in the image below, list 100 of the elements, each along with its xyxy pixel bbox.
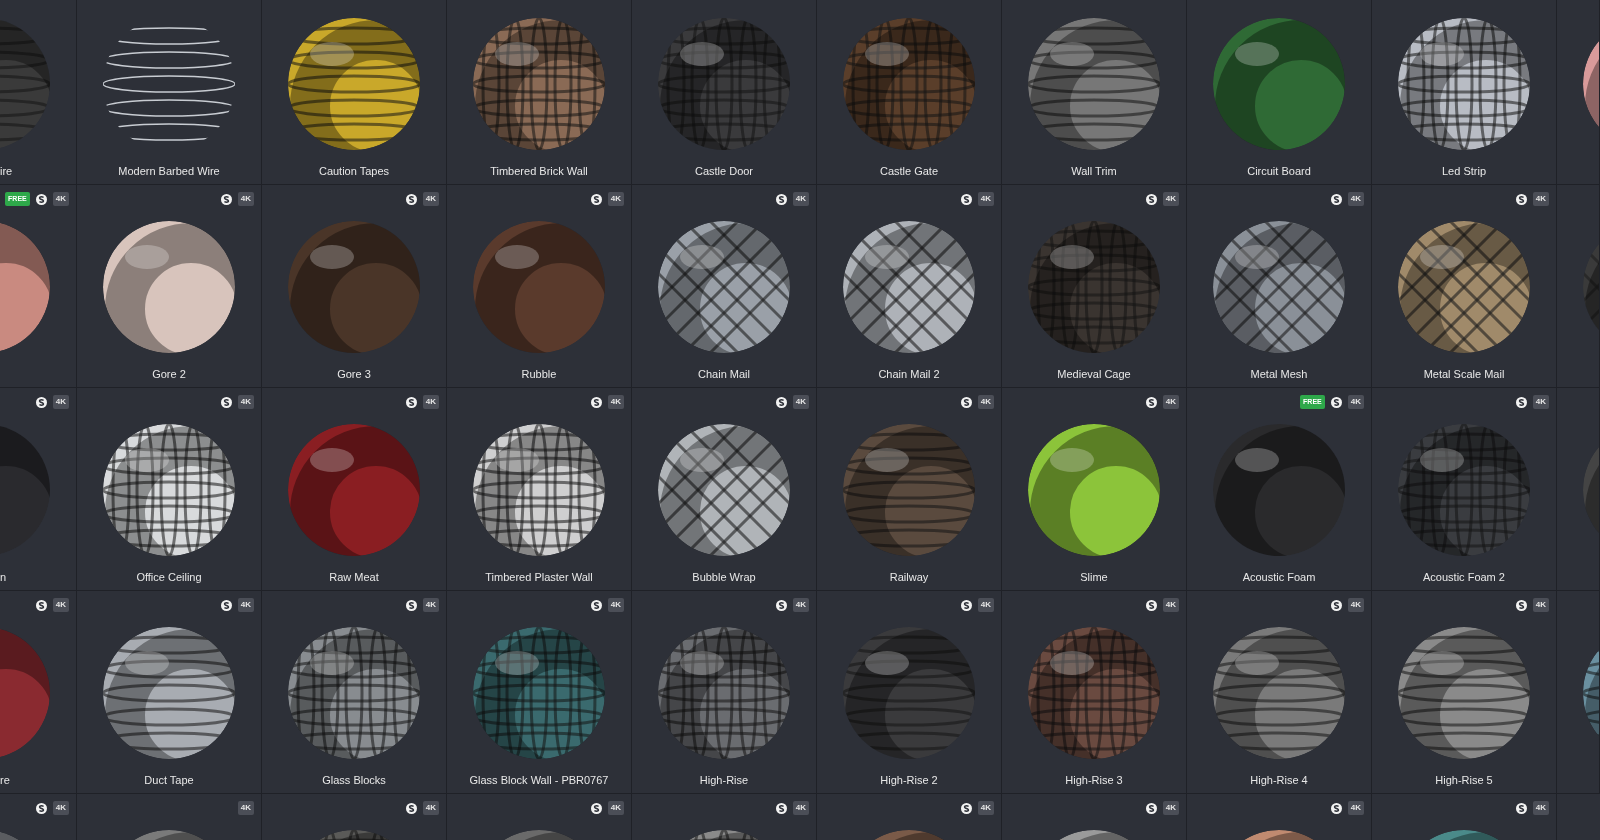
material-name: Metal Mesh xyxy=(1249,367,1309,382)
resolution-badge: 4K xyxy=(607,598,624,612)
resolution-badge: 4K xyxy=(792,395,809,409)
material-tile[interactable]: Castle Door xyxy=(632,0,817,185)
resolution-badge: 4K xyxy=(1347,192,1364,206)
resolution-badge: 4K xyxy=(792,801,809,815)
material-tile[interactable]: Timbered Brick Wall xyxy=(447,0,632,185)
material-name: Wall Trim xyxy=(1070,164,1118,179)
material-tile[interactable]: 4K High-Rise xyxy=(632,591,817,794)
material-name: High-Rise 3 xyxy=(1064,773,1124,788)
resolution-badge: 4K xyxy=(422,192,439,206)
material-tile[interactable]: 4K Duct Tape xyxy=(77,591,262,794)
resolution-badge: 4K xyxy=(1162,598,1179,612)
material-name: Acoustic Foam 2 xyxy=(1422,570,1506,585)
material-tile[interactable]: 4K Acoustic Foam 2 xyxy=(1372,388,1557,591)
material-name: Acoustic Foam xyxy=(1241,570,1317,585)
material-name: Modern Barbed Wire xyxy=(117,164,221,179)
resolution-badge: 4K xyxy=(977,395,994,409)
material-name: Glass Block Wall - PBR0767 xyxy=(468,773,610,788)
resolution-badge: 4K xyxy=(52,598,69,612)
material-name: Medieval Cage xyxy=(1056,367,1132,382)
material-name: Slime xyxy=(1079,570,1109,585)
material-tile[interactable]: Modern Barbed Wire xyxy=(77,0,262,185)
resolution-badge: 4K xyxy=(1532,395,1549,409)
resolution-badge: 4K xyxy=(52,395,69,409)
material-tile[interactable]: 4K Glass Block Wall - PBR0767 xyxy=(447,591,632,794)
material-tile[interactable]: 4K Railway xyxy=(817,388,1002,591)
resolution-badge: 4K xyxy=(237,801,254,815)
material-tile[interactable]: 4K High-Rise 5 xyxy=(1372,591,1557,794)
material-tile[interactable]: 4K Gore 3 xyxy=(262,185,447,388)
material-tile[interactable]: 4K High-Rise 2 xyxy=(817,591,1002,794)
material-tile[interactable] xyxy=(1557,0,1600,185)
material-tile[interactable]: ire xyxy=(0,0,77,185)
resolution-badge: 4K xyxy=(422,395,439,409)
material-tile[interactable]: 4K Office Ceiling xyxy=(77,388,262,591)
material-name: Duct Tape xyxy=(143,773,195,788)
material-tile[interactable]: 4K xyxy=(0,794,77,840)
material-name: Rubble xyxy=(520,367,558,382)
material-tile[interactable]: 4K Metal Scale Mail xyxy=(1372,185,1557,388)
material-tile[interactable]: 4K Chain Mail 2 xyxy=(817,185,1002,388)
resolution-badge: 4K xyxy=(422,801,439,815)
resolution-badge: 4K xyxy=(607,801,624,815)
resolution-badge: 4K xyxy=(1347,395,1364,409)
material-name: Caution Tapes xyxy=(317,164,391,179)
material-name: Circuit Board xyxy=(1246,164,1312,179)
material-name: High-Rise xyxy=(698,773,750,788)
resolution-badge: 4K xyxy=(607,395,624,409)
material-tile[interactable]: Wall Trim xyxy=(1002,0,1187,185)
material-name: Gore 2 xyxy=(151,367,187,382)
material-tile[interactable]: 4K Slime xyxy=(1002,388,1187,591)
resolution-badge: 4K xyxy=(52,801,69,815)
resolution-badge: 4K xyxy=(237,598,254,612)
material-name: Bubble Wrap xyxy=(691,570,757,585)
material-name: Railway xyxy=(888,570,930,585)
material-name: Led Strip xyxy=(1441,164,1487,179)
material-tile[interactable]: 4K Metal Mesh xyxy=(1187,185,1372,388)
material-name: Castle Door xyxy=(693,164,755,179)
material-name: Castle Gate xyxy=(878,164,940,179)
material-name: Gore 3 xyxy=(336,367,372,382)
material-name: High-Rise 5 xyxy=(1434,773,1494,788)
resolution-badge: 4K xyxy=(237,395,254,409)
resolution-badge: 4K xyxy=(422,598,439,612)
material-tile[interactable]: 4K Timbered Plaster Wall xyxy=(447,388,632,591)
resolution-badge: 4K xyxy=(1162,192,1179,206)
material-tile[interactable]: 4K Rubble xyxy=(447,185,632,388)
material-name: Chain Mail 2 xyxy=(877,367,941,382)
material-tile[interactable] xyxy=(1557,591,1600,794)
material-name: High-Rise 2 xyxy=(879,773,939,788)
material-tile[interactable]: Led Strip xyxy=(1372,0,1557,185)
material-tile[interactable]: 4K Raw Meat xyxy=(262,388,447,591)
resolution-badge: 4K xyxy=(977,192,994,206)
resolution-badge: 4K xyxy=(1532,801,1549,815)
resolution-badge: 4K xyxy=(1532,192,1549,206)
resolution-badge: 4K xyxy=(1162,801,1179,815)
material-tile[interactable] xyxy=(1557,185,1600,388)
material-tile[interactable]: 4K Glass Blocks xyxy=(262,591,447,794)
material-name: Timbered Brick Wall xyxy=(489,164,589,179)
material-tile[interactable]: 4K Bubble Wrap xyxy=(632,388,817,591)
resolution-badge: 4K xyxy=(977,801,994,815)
material-tile[interactable]: Circuit Board xyxy=(1187,0,1372,185)
material-tile[interactable]: Caution Tapes xyxy=(262,0,447,185)
resolution-badge: 4K xyxy=(1162,395,1179,409)
resolution-badge: 4K xyxy=(1347,598,1364,612)
resolution-badge: 4K xyxy=(237,192,254,206)
resolution-badge: 4K xyxy=(1532,598,1549,612)
material-name: re xyxy=(0,773,11,788)
material-tile[interactable]: 4K Gore 2 xyxy=(77,185,262,388)
material-name: n xyxy=(0,570,8,585)
material-tile[interactable]: Castle Gate xyxy=(817,0,1002,185)
material-name: Metal Scale Mail xyxy=(1422,367,1506,382)
material-tile[interactable]: 4K High-Rise 4 xyxy=(1187,591,1372,794)
material-name: Raw Meat xyxy=(328,570,380,585)
material-tile[interactable] xyxy=(1557,388,1600,591)
material-name: Office Ceiling xyxy=(135,570,203,585)
resolution-badge: 4K xyxy=(52,192,69,206)
material-name: Timbered Plaster Wall xyxy=(484,570,594,585)
material-tile[interactable]: 4K High-Rise 3 xyxy=(1002,591,1187,794)
material-tile[interactable]: 4K Medieval Cage xyxy=(1002,185,1187,388)
material-tile[interactable]: 4K re xyxy=(0,591,77,794)
material-tile[interactable]: 4K Chain Mail xyxy=(632,185,817,388)
